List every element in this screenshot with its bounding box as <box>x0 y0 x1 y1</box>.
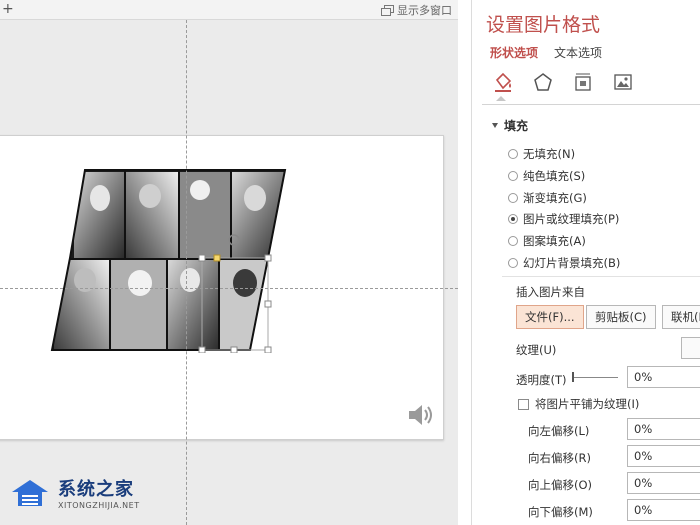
radio-picture-texture-fill[interactable]: 图片或纹理填充(P) <box>508 211 619 227</box>
horizontal-smart-guide <box>0 288 458 289</box>
file-button[interactable]: 文件(F)... <box>516 305 584 329</box>
format-picture-pane: 设置图片格式 形状选项 文本选项 填充 无填充(N) 纯色填充(S) 渐变填充(… <box>471 0 700 525</box>
multi-window-icon <box>381 5 394 16</box>
radio-gradient-fill[interactable]: 渐变填充(G) <box>508 190 587 206</box>
radio-label: 幻灯片背景填充(B) <box>523 256 621 270</box>
texture-label: 纹理(U) <box>516 343 557 357</box>
logo-house-icon <box>12 479 48 506</box>
effects-pentagon-icon[interactable] <box>532 70 554 94</box>
radio-circle[interactable] <box>508 258 518 268</box>
transparency-slider-track[interactable] <box>572 377 618 378</box>
transparency-label: 透明度(T) <box>516 373 567 387</box>
radio-label: 渐变填充(G) <box>523 191 587 205</box>
offset-right-input[interactable]: 0% <box>627 445 700 467</box>
clipboard-button[interactable]: 剪贴板(C) <box>586 305 656 329</box>
picture-icon[interactable] <box>612 70 634 94</box>
radio-solid-fill[interactable]: 纯色填充(S) <box>508 168 585 184</box>
texture-picker-button[interactable] <box>681 337 700 359</box>
radio-circle[interactable] <box>508 193 518 203</box>
show-multi-window-button[interactable]: 显示多窗口 <box>381 2 452 18</box>
offset-top-label: 向上偏移(O) <box>528 478 593 492</box>
offset-left-label: 向左偏移(L) <box>528 424 590 438</box>
size-properties-icon[interactable] <box>572 70 594 94</box>
tab-shape-options[interactable]: 形状选项 <box>490 44 538 61</box>
transparency-input[interactable]: 0% <box>627 366 700 388</box>
tile-as-texture-option[interactable]: 将图片平铺为纹理(I) <box>518 396 639 412</box>
tile-checkbox[interactable] <box>518 398 529 410</box>
radio-circle[interactable] <box>508 171 518 181</box>
offset-top-input[interactable]: 0% <box>627 472 700 494</box>
selected-tab-indicator <box>496 96 506 101</box>
online-button[interactable]: 联机(E)... <box>662 305 700 329</box>
pane-title: 设置图片格式 <box>486 14 601 36</box>
offset-left-input[interactable]: 0% <box>627 418 700 440</box>
fill-line-icon[interactable] <box>492 70 514 94</box>
slide-editor-area: + 显示多窗口 系统之家 XITONGZHIJIA.NET <box>0 0 458 525</box>
vertical-smart-guide <box>186 20 187 525</box>
radio-label: 图案填充(A) <box>523 234 586 248</box>
radio-label: 纯色填充(S) <box>523 169 586 183</box>
tile-label: 将图片平铺为纹理(I) <box>535 397 640 411</box>
speaker-icon[interactable] <box>406 402 436 428</box>
offset-bottom-label: 向下偏移(M) <box>528 505 593 519</box>
add-icon[interactable]: + <box>2 0 14 18</box>
show-multi-window-label: 显示多窗口 <box>397 4 452 17</box>
fill-section-header[interactable]: 填充 <box>492 117 528 134</box>
photo-collage-shape[interactable] <box>50 168 290 353</box>
section-divider <box>502 276 700 277</box>
radio-label: 图片或纹理填充(P) <box>523 212 620 226</box>
site-logo: 系统之家 XITONGZHIJIA.NET <box>8 475 140 510</box>
collapse-triangle-icon <box>492 123 498 128</box>
pane-icon-row <box>492 70 634 94</box>
radio-circle[interactable] <box>508 236 518 246</box>
logo-title: 系统之家 <box>58 479 134 500</box>
radio-circle[interactable] <box>508 149 518 159</box>
editor-top-bar: + 显示多窗口 <box>0 0 458 20</box>
radio-no-fill[interactable]: 无填充(N) <box>508 146 575 162</box>
radio-circle-selected[interactable] <box>508 214 518 224</box>
fill-section-label: 填充 <box>504 119 529 133</box>
transparency-slider-thumb[interactable] <box>572 372 574 382</box>
radio-pattern-fill[interactable]: 图案填充(A) <box>508 233 586 249</box>
logo-subtitle: XITONGZHIJIA.NET <box>58 501 140 510</box>
offset-right-label: 向右偏移(R) <box>528 451 591 465</box>
radio-slide-background-fill[interactable]: 幻灯片背景填充(B) <box>508 255 620 271</box>
tab-text-options[interactable]: 文本选项 <box>554 44 602 61</box>
insert-from-label: 插入图片来自 <box>516 285 585 299</box>
radio-label: 无填充(N) <box>523 147 576 161</box>
offset-bottom-input[interactable]: 0% <box>627 499 700 521</box>
pane-tabs: 形状选项 文本选项 <box>490 44 602 61</box>
pane-divider <box>482 104 700 105</box>
